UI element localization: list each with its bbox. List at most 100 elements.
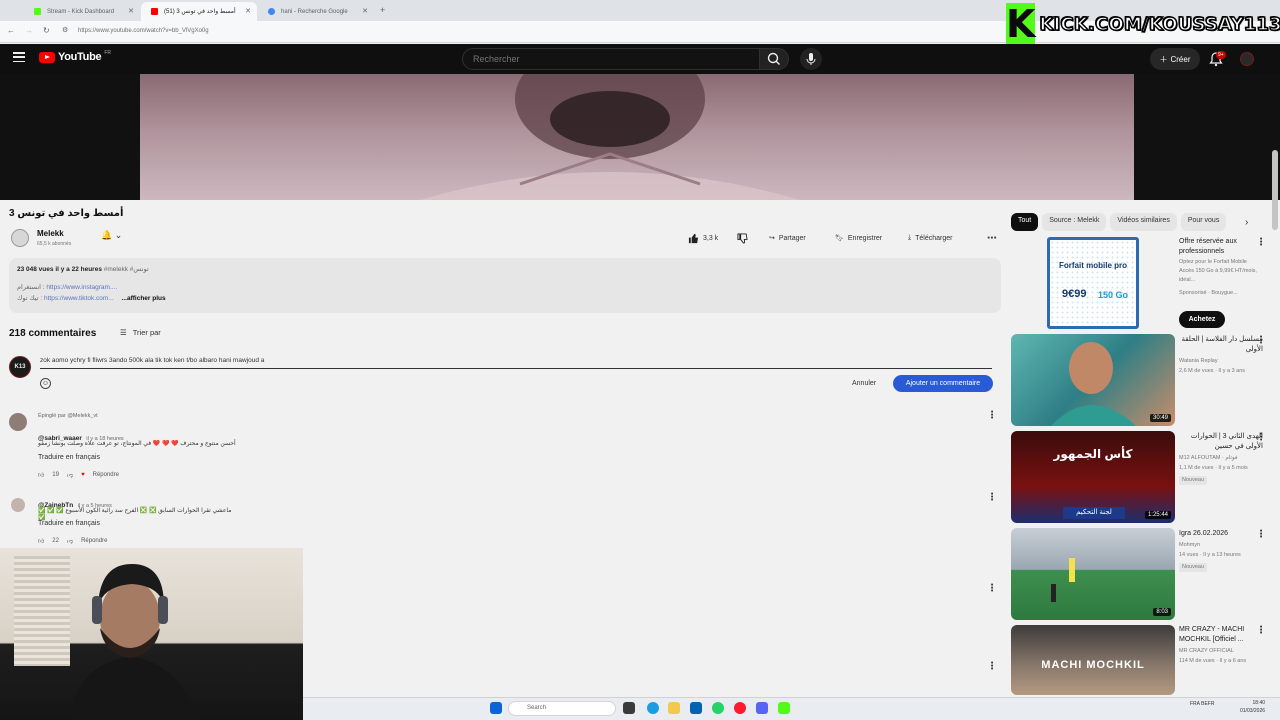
site-info-icon[interactable]: ⚙ (62, 26, 68, 34)
item-menu-icon[interactable]: ⋮ (1256, 625, 1266, 636)
item-menu-icon[interactable]: ⋮ (1256, 529, 1266, 540)
dislike-button[interactable] (737, 230, 748, 246)
like-button[interactable]: 3,3 k (688, 230, 718, 246)
video-title[interactable]: مسلسل دار الفلاسة | الحلقة الأولى (1179, 335, 1263, 355)
discord-icon[interactable] (756, 702, 768, 714)
translate-link[interactable]: Traduire en français (38, 454, 100, 461)
thumbs-down-icon[interactable]: 👎︎ (67, 537, 73, 545)
task-view-icon[interactable] (623, 702, 635, 714)
comment-menu-icon[interactable]: ⋮ (987, 492, 997, 503)
commenter-avatar[interactable] (9, 413, 27, 431)
menu-icon[interactable] (13, 52, 25, 62)
edge-icon[interactable] (647, 702, 659, 714)
kick-channel-text: KICK.COM/KOUSSAY113 (1039, 13, 1280, 36)
show-more-link[interactable]: ...afficher plus (122, 295, 166, 302)
taskbar-search[interactable]: Search (508, 701, 616, 716)
item-menu-icon[interactable]: ⋮ (1256, 335, 1266, 346)
link-prefix: تيك توك : (17, 294, 45, 302)
search-button[interactable] (759, 48, 789, 70)
chevron-right-icon[interactable]: › (1245, 217, 1248, 228)
channel-name[interactable]: Melekk (37, 229, 64, 238)
channel-name[interactable]: M12 ALFOUTAM · فوتام (1179, 454, 1237, 463)
taskbar-clock[interactable]: 18:40 01/03/2026 (1240, 700, 1265, 715)
comment-input[interactable]: zok aomo ychry fi fliwrs 3ando 500k ala … (40, 355, 992, 369)
video-thumbnail[interactable]: كأس الجمهور لجنة التحكيم 1:25:44 (1011, 431, 1175, 523)
url-field[interactable]: https://www.youtube.com/watch?v=bb_VlVgX… (70, 25, 970, 39)
whatsapp-icon[interactable] (712, 702, 724, 714)
scrollbar-thumb[interactable] (1272, 150, 1278, 230)
hashtag[interactable]: #melekk (104, 266, 128, 273)
video-title[interactable]: Igra 26.02.2026 (1179, 529, 1263, 539)
save-button[interactable]: 🔖︎ Enregistrer (835, 230, 882, 246)
video-title[interactable]: MR CRAZY - MACHI MOCHKIL [Officiel ... (1179, 625, 1263, 645)
share-button[interactable]: ↪ Partager (769, 230, 806, 246)
keyboard-language[interactable]: FRA BEFR (1190, 701, 1214, 709)
reload-icon[interactable]: ↻ (43, 26, 50, 35)
opera-icon[interactable] (734, 702, 746, 714)
plus-icon: ＋ (1159, 54, 1168, 64)
video-thumbnail[interactable]: MACHI MOCHKIL (1011, 625, 1175, 695)
chip-source[interactable]: Source : Melekk (1042, 213, 1107, 231)
forward-icon[interactable]: → (25, 26, 33, 35)
tab-youtube-video[interactable]: أمسط واحد في تونس 3 (51) ✕ (141, 2, 257, 21)
ad-cta-button[interactable]: Achetez (1179, 311, 1225, 328)
subscription-bell-button[interactable]: 🔔 ⌄ (101, 230, 122, 241)
commenter-avatar[interactable] (11, 498, 25, 512)
ad-headline[interactable]: Offre réservée aux professionnels (1179, 237, 1263, 257)
windows-start-icon[interactable] (490, 702, 502, 714)
new-tab-button[interactable]: + (380, 5, 385, 15)
file-explorer-icon[interactable] (668, 702, 680, 714)
comment-menu-icon[interactable]: ⋮ (987, 583, 997, 594)
cancel-button[interactable]: Annuler (846, 376, 882, 392)
close-tab-icon[interactable]: ✕ (128, 7, 134, 15)
close-tab-icon[interactable]: ✕ (362, 7, 368, 15)
instagram-link[interactable]: https://www.instagram.... (46, 284, 117, 291)
emoji-icon[interactable]: ☺ (40, 378, 51, 389)
store-icon[interactable] (690, 702, 702, 714)
chip-all[interactable]: Tout (1011, 213, 1039, 231)
close-tab-icon[interactable]: ✕ (245, 7, 251, 15)
reply-button[interactable]: Répondre (81, 538, 107, 544)
channel-name[interactable]: Watania Replay (1179, 357, 1218, 366)
channel-avatar[interactable] (11, 229, 29, 247)
hashtag[interactable]: #تونس (130, 266, 149, 273)
share-icon: ↪ (769, 235, 775, 242)
chip-for-you[interactable]: Pour vous (1180, 213, 1227, 231)
search-input[interactable] (462, 48, 760, 70)
kick-app-icon[interactable] (778, 702, 790, 714)
tab-google-search[interactable]: hani - Recherche Google ✕ (258, 2, 374, 21)
account-avatar[interactable] (1240, 52, 1254, 66)
bell-icon: 🔔 (101, 230, 113, 240)
create-label: Créer (1170, 54, 1191, 64)
add-comment-button[interactable]: Ajouter un commentaire (893, 375, 993, 392)
tiktok-link[interactable]: https://www.tiktok.com... (44, 295, 114, 302)
search-icon (767, 52, 780, 65)
voice-search-button[interactable] (800, 48, 822, 70)
download-button[interactable]: ⤓ Télécharger (908, 230, 952, 246)
item-menu-icon[interactable]: ⋮ (1256, 237, 1266, 248)
tab-kick-dashboard[interactable]: Stream - Kick Dashboard ✕ (24, 2, 140, 21)
thumbs-down-icon[interactable]: 👎︎ (67, 471, 73, 479)
video-thumbnail[interactable]: 30:49 (1011, 334, 1175, 426)
back-icon[interactable]: ← (7, 26, 15, 35)
comment-menu-icon[interactable]: ⋮ (987, 661, 997, 672)
item-menu-icon[interactable]: ⋮ (1256, 432, 1266, 443)
description-box[interactable]: 23 048 vues il y a 22 heures #melekk #تو… (9, 258, 1001, 313)
translate-link[interactable]: Traduire en français (38, 520, 100, 527)
more-actions-icon[interactable]: ⋯ (987, 230, 997, 246)
thumbs-up-icon[interactable]: 👍︎ (38, 471, 44, 479)
ad-thumbnail[interactable]: Forfait mobile pro 9€99 150 Go (1047, 237, 1139, 329)
reply-button[interactable]: Répondre (93, 472, 119, 478)
video-thumbnail[interactable]: 8:03 (1011, 528, 1175, 620)
video-frame[interactable] (140, 39, 1134, 200)
youtube-logo[interactable]: YouTube FR (39, 50, 111, 63)
create-button[interactable]: ＋ Créer (1150, 48, 1200, 70)
channel-name[interactable]: Mohmyn (1179, 541, 1200, 550)
video-title[interactable]: الهدى الثاني 3 | الحوارات الأولى في حسين (1179, 432, 1263, 452)
channel-name[interactable]: MR CRAZY OFFICIAL (1179, 647, 1234, 656)
tab-label: Stream - Kick Dashboard (47, 8, 115, 15)
comment-menu-icon[interactable]: ⋮ (987, 410, 997, 421)
chip-similar[interactable]: Vidéos similaires (1110, 213, 1177, 231)
thumbs-up-icon[interactable]: 👍︎ (38, 537, 44, 545)
sort-button[interactable]: ☰ Trier par (120, 328, 161, 337)
